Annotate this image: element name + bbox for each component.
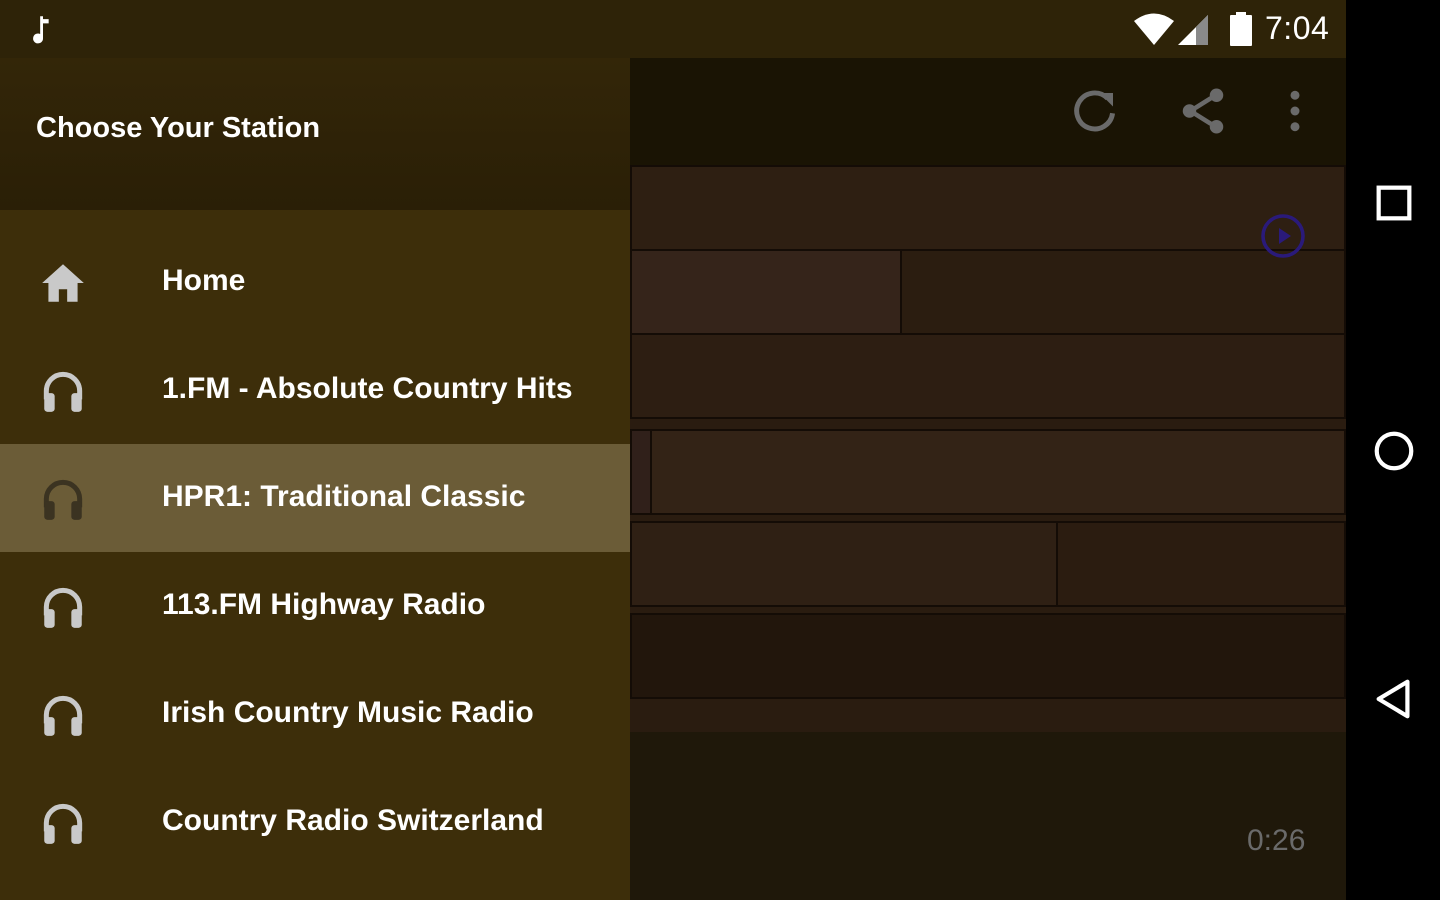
drawer-item-label: 113.FM Highway Radio [162, 588, 486, 621]
app-toolbar [630, 58, 1346, 165]
drawer-item-label: 1.FM - Absolute Country Hits [162, 372, 573, 405]
station-artwork [630, 165, 1346, 732]
drawer-item-station[interactable]: 1.FM - Absolute Country Hits [0, 336, 630, 444]
wifi-icon [1134, 13, 1174, 45]
recents-icon[interactable] [1371, 180, 1417, 226]
drawer-item-station[interactable]: Irish Country Music Radio [0, 660, 630, 768]
player-bar [630, 732, 1346, 900]
play-circle-icon[interactable] [1259, 212, 1307, 260]
headphones-icon [43, 371, 83, 412]
drawer-item-station-selected[interactable]: HPR1: Traditional Classic [0, 444, 630, 552]
battery-icon [1230, 12, 1252, 46]
drawer-item-label: Home [162, 264, 246, 297]
status-bar: 7:04 [0, 0, 1346, 58]
headphones-icon [43, 803, 83, 844]
headphones-icon [43, 695, 83, 736]
headphones-icon [43, 587, 83, 628]
back-icon[interactable] [1371, 676, 1417, 722]
share-icon[interactable] [1176, 84, 1230, 138]
system-nav-bar [1346, 0, 1440, 900]
home-circle-icon[interactable] [1371, 428, 1417, 474]
home-icon [42, 264, 84, 302]
elapsed-time: 0:26 [1247, 824, 1306, 857]
headphones-icon [43, 479, 83, 520]
drawer-item-station[interactable]: Country Radio Switzerland [0, 768, 630, 876]
drawer-item-home[interactable]: Home [0, 228, 630, 336]
status-time: 7:04 [1265, 10, 1330, 46]
screen: 7:04 0:26 Choose Your Station Home 1.FM … [0, 0, 1346, 900]
drawer-item-label: Irish Country Music Radio [162, 696, 534, 729]
refresh-icon[interactable] [1068, 84, 1122, 138]
music-note-icon [33, 16, 49, 44]
drawer-item-station[interactable]: 113.FM Highway Radio [0, 552, 630, 660]
drawer-item-label: HPR1: Traditional Classic [162, 480, 526, 513]
drawer-title: Choose Your Station [36, 112, 321, 144]
station-list: Home 1.FM - Absolute Country Hits HPR1: … [0, 228, 630, 876]
cell-signal-icon [1178, 15, 1208, 45]
more-vert-icon[interactable] [1268, 84, 1322, 138]
navigation-drawer: Choose Your Station Home 1.FM - Absolute… [0, 58, 630, 900]
drawer-header: Choose Your Station [0, 58, 630, 210]
drawer-item-label: Country Radio Switzerland [162, 804, 544, 837]
